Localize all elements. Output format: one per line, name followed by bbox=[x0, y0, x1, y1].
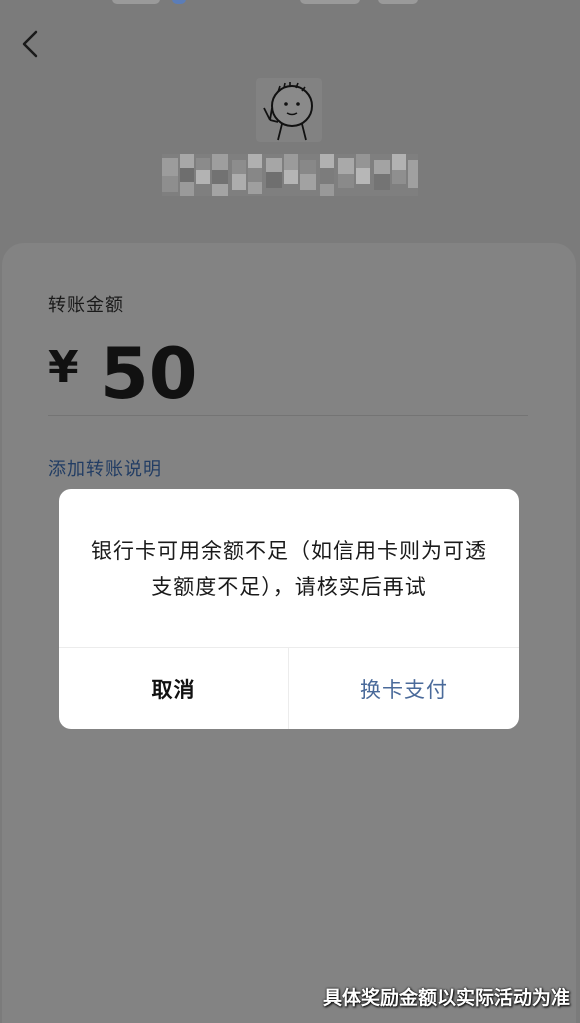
status-bar-indicator bbox=[172, 0, 186, 4]
switch-card-button[interactable]: 换卡支付 bbox=[289, 648, 519, 729]
currency-symbol: ¥ bbox=[48, 342, 79, 393]
amount-divider bbox=[48, 415, 528, 416]
status-bar-indicator bbox=[300, 0, 360, 4]
chevron-left-icon bbox=[22, 30, 38, 58]
add-note-link[interactable]: 添加转账说明 bbox=[48, 455, 162, 481]
dialog-message: 银行卡可用余额不足（如信用卡则为可透支额度不足），请核实后再试 bbox=[91, 539, 487, 599]
amount-value[interactable]: 50 bbox=[100, 334, 197, 414]
insufficient-balance-dialog: 银行卡可用余额不足（如信用卡则为可透支额度不足），请核实后再试 取消 换卡支付 bbox=[59, 489, 519, 729]
status-bar-indicator bbox=[378, 0, 418, 4]
avatar bbox=[256, 78, 322, 142]
back-button[interactable] bbox=[14, 26, 50, 62]
amount-label: 转账金额 bbox=[48, 295, 124, 316]
payee-name-obscured bbox=[162, 154, 418, 196]
promo-watermark: 具体奖励金额以实际活动为准 bbox=[322, 987, 570, 1009]
status-bar bbox=[0, 0, 580, 12]
status-bar-indicator bbox=[112, 0, 160, 4]
cancel-button[interactable]: 取消 bbox=[59, 648, 288, 729]
